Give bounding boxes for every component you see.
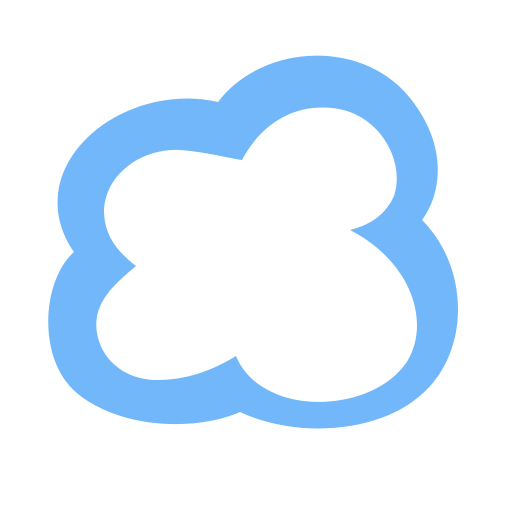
app-icon-canvas <box>0 0 512 512</box>
cloud-icon <box>48 55 459 429</box>
